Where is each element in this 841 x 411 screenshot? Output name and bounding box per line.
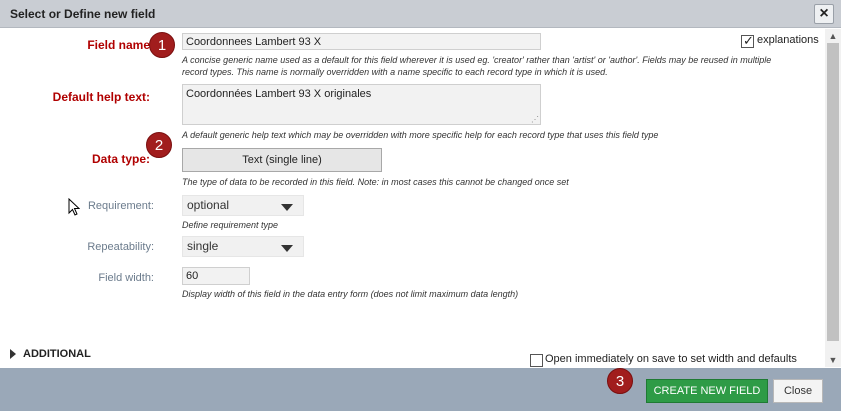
step-marker-2: 2	[146, 132, 172, 158]
requirement-value: optional	[187, 198, 230, 212]
default-help-help: A default generic help text which may be…	[182, 130, 659, 140]
checkmark-icon: ✓	[743, 33, 754, 48]
close-button[interactable]: Close	[773, 379, 823, 403]
dialog-content: Field name Coordonnees Lambert 93 X A co…	[0, 29, 825, 367]
dialog-title: Select or Define new field	[10, 7, 156, 21]
step-marker-1: 1	[149, 32, 175, 58]
repeatability-value: single	[187, 239, 219, 253]
data-type-help: The type of data to be recorded in this …	[182, 177, 569, 187]
requirement-help: Define requirement type	[182, 220, 279, 230]
scroll-up-icon[interactable]: ▲	[825, 29, 841, 43]
additional-label: ADDITIONAL	[23, 348, 91, 360]
field-name-help: A concise generic name used as a default…	[182, 55, 772, 77]
repeatability-select[interactable]: single	[182, 236, 304, 257]
additional-toggle[interactable]: ADDITIONAL	[10, 348, 91, 360]
field-width-help: Display width of this field in the data …	[182, 289, 519, 299]
default-help-textarea[interactable]: Coordonnées Lambert 93 X originales ⋰	[182, 84, 541, 125]
field-name-label: Field name	[87, 38, 150, 52]
scroll-down-icon[interactable]: ▼	[825, 353, 841, 367]
chevron-down-icon	[281, 245, 293, 252]
resize-handle-icon[interactable]: ⋰	[531, 115, 539, 124]
open-immediately-checkbox[interactable]	[530, 354, 543, 367]
default-help-label: Default help text:	[52, 90, 150, 104]
triangle-right-icon	[10, 349, 16, 360]
close-icon[interactable]: ×	[814, 4, 834, 24]
chevron-down-icon	[281, 204, 293, 211]
mouse-cursor-icon	[68, 198, 80, 216]
field-width-input[interactable]: 60	[182, 267, 250, 285]
repeatability-label: Repeatability:	[87, 241, 154, 253]
default-help-value: Coordonnées Lambert 93 X originales	[186, 88, 372, 100]
scroll-thumb[interactable]	[827, 43, 839, 341]
step-marker-3: 3	[607, 368, 633, 394]
create-new-field-button[interactable]: CREATE NEW FIELD	[646, 379, 768, 403]
data-type-label: Data type:	[91, 152, 150, 166]
open-immediately-label: Open immediately on save to set width an…	[545, 353, 797, 365]
dialog-titlebar: Select or Define new field ×	[0, 0, 841, 28]
field-name-input[interactable]: Coordonnees Lambert 93 X	[182, 33, 541, 50]
field-width-label: Field width:	[98, 272, 154, 284]
data-type-button[interactable]: Text (single line)	[182, 148, 382, 172]
explanations-checkbox[interactable]: ✓	[741, 33, 754, 48]
explanations-label: explanations	[757, 34, 819, 46]
scrollbar[interactable]: ▲ ▼	[825, 29, 841, 367]
requirement-select[interactable]: optional	[182, 195, 304, 216]
